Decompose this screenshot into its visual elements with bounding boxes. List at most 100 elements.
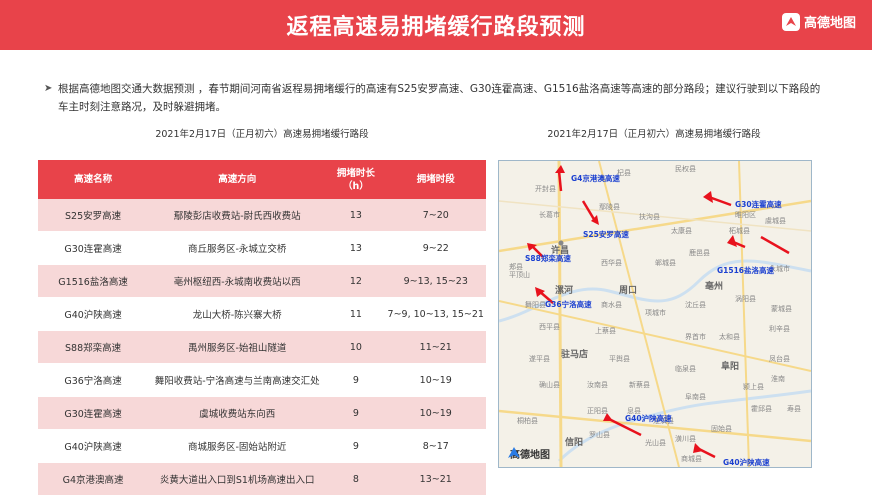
- svg-text:临泉县: 临泉县: [675, 364, 696, 373]
- svg-text:郸城县: 郸城县: [655, 258, 676, 267]
- table-row: G36宁洛高速 舞阳收费站-宁洛高速与兰南高速交汇处 9 10~19: [38, 363, 486, 397]
- highway-label: G4京港澳高速: [571, 173, 620, 183]
- table-row: G40沪陕高速 商城服务区-固始站附近 9 8~17: [38, 429, 486, 463]
- svg-text:界首市: 界首市: [685, 332, 706, 341]
- svg-text:商城县: 商城县: [681, 454, 702, 463]
- intro-text: 根据高德地图交通大数据预测 ，春节期间河南省返程易拥堵缓行的高速有S25安罗高速…: [58, 83, 821, 113]
- cell-direction: 鄢陵彭店收费站-尉氏西收费站: [148, 199, 327, 232]
- svg-text:淮南: 淮南: [771, 374, 785, 383]
- brand-name: 高德地图: [803, 16, 856, 31]
- table-title: 2021年2月17日（正月初六）高速易拥堵缓行路段: [155, 129, 369, 140]
- cell-highway-name: G30连霍高速: [38, 396, 149, 430]
- svg-text:虞城县: 虞城县: [765, 216, 786, 225]
- cell-highway-name: G36宁洛高速: [38, 363, 149, 397]
- city-label: 信阳: [565, 436, 583, 448]
- col-header-period: 拥堵时段: [385, 160, 486, 199]
- svg-text:扶沟县: 扶沟县: [639, 212, 660, 221]
- svg-text:霍邱县: 霍邱县: [751, 405, 772, 413]
- svg-text:鹿邑县: 鹿邑县: [689, 248, 710, 257]
- svg-text:光山县: 光山县: [645, 438, 666, 447]
- arrow-bullet-icon: ➤: [44, 83, 53, 94]
- city-label: 周口: [619, 285, 637, 296]
- svg-text:舞阳县: 舞阳县: [525, 300, 546, 309]
- amap-logo-icon: [508, 447, 520, 458]
- amap-logo-icon: [781, 12, 800, 31]
- city-label: 漯河: [555, 284, 573, 296]
- cell-period: 7~20: [385, 199, 486, 232]
- svg-text:涡阳县: 涡阳县: [735, 294, 756, 303]
- svg-text:阜南县: 阜南县: [685, 392, 706, 401]
- svg-text:沈丘县: 沈丘县: [685, 300, 706, 309]
- svg-text:西平县: 西平县: [539, 323, 560, 331]
- cell-highway-name: G40沪陕高速: [38, 429, 149, 463]
- svg-text:项城市: 项城市: [645, 308, 666, 317]
- map-canvas: 许昌 漯河 周口 亳州 驻马店 阜阳 信阳 开封县 杞县 民权县 长葛市 鄢陵县…: [499, 161, 811, 467]
- cell-direction: 龙山大桥-陈兴寨大桥: [148, 297, 327, 331]
- cell-highway-name: G1516盐洛高速: [38, 264, 149, 298]
- svg-text:上蔡县: 上蔡县: [595, 326, 616, 335]
- map-brand: 高德地图: [507, 446, 550, 461]
- cell-duration: 9: [326, 429, 386, 463]
- cell-period: 10~19: [385, 396, 486, 430]
- cell-direction: 虞城收费站东向西: [148, 396, 327, 430]
- svg-text:凤台县: 凤台县: [769, 354, 790, 363]
- cell-direction: 炎黄大道出入口到S1机场高速出入口: [148, 462, 327, 496]
- svg-text:平顶山: 平顶山: [509, 270, 530, 279]
- svg-text:固始县: 固始县: [711, 424, 732, 433]
- svg-text:西华县: 西华县: [601, 258, 622, 267]
- svg-text:罗山县: 罗山县: [589, 430, 610, 439]
- city-label: 驻马店: [561, 348, 588, 360]
- congestion-map[interactable]: 许昌 漯河 周口 亳州 驻马店 阜阳 信阳 开封县 杞县 民权县 长葛市 鄢陵县…: [498, 160, 812, 468]
- cell-duration: 13: [326, 199, 386, 232]
- cell-direction: 舞阳收费站-宁洛高速与兰南高速交汇处: [148, 363, 327, 397]
- svg-text:民权县: 民权县: [675, 164, 696, 173]
- svg-text:确山县: 确山县: [539, 380, 560, 389]
- cell-duration: 9: [326, 363, 386, 397]
- intro-paragraph: ➤ 根据高德地图交通大数据预测 ，春节期间河南省返程易拥堵缓行的高速有S25安罗…: [44, 80, 828, 116]
- brand-logo: 高德地图: [781, 12, 856, 31]
- svg-text:太和县: 太和县: [719, 332, 740, 341]
- page-title: 返程高速易拥堵缓行路段预测: [286, 15, 586, 40]
- table-row: S88郑栾高速 禹州服务区-始祖山隧道 10 11~21: [38, 330, 486, 364]
- cell-highway-name: S25安罗高速: [38, 199, 149, 232]
- cell-highway-name: S88郑栾高速: [38, 330, 149, 364]
- svg-text:开封县: 开封县: [535, 184, 556, 193]
- svg-text:郏县: 郏县: [509, 262, 523, 271]
- congestion-table: 高速名称 高速方向 拥堵时长 （h） 拥堵时段 S25安罗高速 鄢陵彭店收费站-尉…: [38, 160, 486, 496]
- cell-period: 7~9, 10~13, 15~21: [385, 297, 486, 331]
- map-title: 2021年2月17日（正月初六）高速易拥堵缓行路段: [547, 129, 761, 140]
- svg-text:鄢陵县: 鄢陵县: [599, 202, 620, 211]
- cell-direction: 亳州枢纽西-永城南收费站以西: [148, 264, 327, 298]
- col-header-name: 高速名称: [38, 160, 149, 199]
- cell-period: 10~19: [385, 363, 486, 397]
- header-banner: 返程高速易拥堵缓行路段预测 高德地图: [0, 0, 872, 50]
- cell-highway-name: G30连霍高速: [38, 231, 149, 265]
- cell-period: 13~21: [385, 462, 486, 496]
- highway-label: G30连霍高速: [735, 199, 782, 209]
- svg-text:桐柏县: 桐柏县: [517, 416, 538, 425]
- svg-text:柘城县: 柘城县: [729, 226, 750, 235]
- svg-text:寿县: 寿县: [787, 404, 801, 413]
- city-label: 阜阳: [721, 360, 739, 372]
- svg-text:新蔡县: 新蔡县: [629, 380, 650, 389]
- highway-label: S25安罗高速: [583, 229, 629, 239]
- col-header-direction: 高速方向: [148, 160, 327, 199]
- cell-duration: 9: [326, 396, 386, 430]
- city-label: 亳州: [705, 280, 723, 292]
- svg-text:汝南县: 汝南县: [587, 380, 608, 389]
- svg-text:潢川县: 潢川县: [675, 434, 696, 443]
- svg-text:平舆县: 平舆县: [609, 354, 630, 363]
- svg-text:蒙城县: 蒙城县: [771, 304, 792, 313]
- highway-label: G40沪陕高速: [625, 413, 672, 423]
- table-row: G40沪陕高速 龙山大桥-陈兴寨大桥 11 7~9, 10~13, 15~21: [38, 297, 486, 331]
- svg-text:睢阳区: 睢阳区: [735, 210, 756, 219]
- cell-duration: 8: [326, 462, 386, 496]
- table-row: G4京港澳高速 炎黄大道出入口到S1机场高速出入口 8 13~21: [38, 462, 486, 496]
- cell-period: 9~13, 15~23: [385, 264, 486, 298]
- cell-period: 11~21: [385, 330, 486, 364]
- cell-duration: 11: [326, 297, 386, 331]
- highway-label: S88郑栾高速: [525, 253, 571, 263]
- col-header-duration: 拥堵时长 （h）: [326, 160, 386, 199]
- svg-text:长葛市: 长葛市: [539, 210, 560, 219]
- cell-duration: 13: [326, 231, 386, 265]
